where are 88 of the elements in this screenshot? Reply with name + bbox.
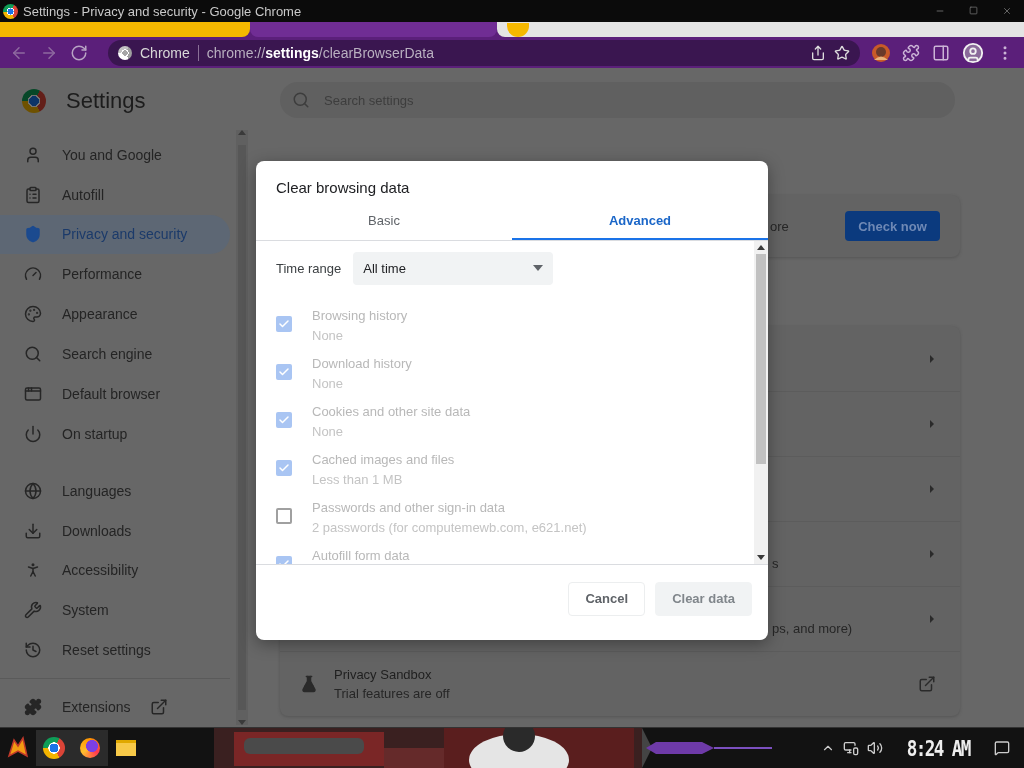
star-icon[interactable] <box>834 44 850 61</box>
external-link-icon[interactable] <box>918 675 936 693</box>
search-icon <box>24 345 42 364</box>
palette-icon <box>24 305 42 324</box>
chevron-icon[interactable] <box>928 549 936 559</box>
option-label: Cookies and other site data <box>312 404 471 419</box>
scrollbar[interactable] <box>236 130 248 725</box>
site-label: Chrome <box>140 44 190 61</box>
globe-icon <box>24 481 42 500</box>
option-detail: Less than 1 MB <box>312 472 404 487</box>
url-text: chrome://settings/clearBrowserData <box>206 44 435 61</box>
sidebar-item[interactable]: Autofill <box>0 174 230 215</box>
sidebar-item[interactable]: Performance <box>0 254 230 295</box>
taskbar-firefox-button[interactable] <box>72 730 108 766</box>
sidebar-item[interactable]: Accessibility <box>0 550 230 591</box>
card-text: ore <box>770 218 789 234</box>
option-label: Passwords and other sign-in data <box>312 500 506 515</box>
puzzle-icon <box>24 698 42 717</box>
chrome-logo-icon <box>3 3 18 19</box>
chrome-logo-icon <box>118 45 132 60</box>
field-label: Time range <box>276 260 342 276</box>
wrench-icon <box>24 601 42 620</box>
address-bar[interactable]: Chrome chrome://settings/clearBrowserData <box>108 39 860 66</box>
side-panel-icon[interactable] <box>932 43 950 62</box>
sidebar-item[interactable]: Privacy and security <box>0 214 230 255</box>
history-icon <box>24 641 42 660</box>
option-label: Cached images and files <box>312 452 455 467</box>
dialog-title: Clear browsing data <box>275 178 411 196</box>
sidebar-item[interactable]: You and Google <box>0 134 230 175</box>
sidebar-item[interactable]: Appearance <box>0 294 230 335</box>
clipboard-icon <box>24 185 42 204</box>
maximize-icon[interactable] <box>969 6 978 15</box>
dialog-tab[interactable]: Basic <box>256 202 512 240</box>
clock[interactable]: 8:24 AM <box>907 735 971 761</box>
option-detail: None <box>312 328 345 343</box>
sidebar-item[interactable]: Downloads <box>0 510 230 551</box>
time-range-dropdown[interactable]: All time <box>353 251 554 285</box>
option-detail: None <box>312 424 345 439</box>
close-icon[interactable] <box>1002 6 1012 16</box>
sidebar-item[interactable]: Default browser <box>0 374 230 414</box>
row-subtitle: s <box>772 555 780 571</box>
flask-icon <box>300 675 318 693</box>
power-icon <box>24 424 42 443</box>
settings-title: Settings <box>66 88 146 115</box>
network-icon[interactable] <box>843 740 860 756</box>
check-icon <box>278 462 290 474</box>
window-title: Settings - Privacy and security - Google Chrome <box>23 3 303 19</box>
chevron-icon[interactable] <box>928 419 936 429</box>
cancel-button[interactable]: Cancel <box>568 581 646 616</box>
option-label: Autofill form data <box>312 548 410 563</box>
row-subtitle: ps, and more) <box>772 620 854 636</box>
sidebar-item[interactable]: Extensions <box>0 687 230 727</box>
shield-icon <box>24 225 42 244</box>
dialog-tab[interactable]: Advanced <box>512 202 768 240</box>
sidebar-item[interactable]: Reset settings <box>0 630 230 671</box>
row-subtitle: Trial features are off <box>334 686 451 701</box>
option-detail: 2 passwords (for computemewb.com, e621.net) <box>312 520 587 535</box>
person-icon <box>24 145 42 164</box>
scrollbar[interactable] <box>754 241 768 564</box>
chevron-icon[interactable] <box>928 484 936 494</box>
sidebar-item[interactable]: On startup <box>0 413 230 454</box>
chevron-icon[interactable] <box>928 353 936 364</box>
dropdown-arrow-icon <box>533 265 544 271</box>
check-icon <box>278 366 290 378</box>
search-icon <box>292 91 310 109</box>
taskbar-chrome-button[interactable] <box>36 730 72 766</box>
tab-favicon-icon <box>507 22 529 37</box>
reload-icon[interactable] <box>70 43 88 62</box>
option-detail: None <box>312 376 345 391</box>
option-label: Download history <box>312 356 412 371</box>
volume-icon[interactable] <box>867 740 884 756</box>
check-icon <box>278 414 290 426</box>
check-now-button[interactable]: Check now <box>845 211 940 241</box>
window-icon <box>24 385 42 403</box>
puzzle-icon[interactable] <box>902 43 920 62</box>
sidebar-item[interactable]: Search engine <box>0 334 230 375</box>
notification-icon[interactable] <box>994 740 1010 756</box>
download-icon <box>24 521 42 540</box>
chevron-icon[interactable] <box>928 614 936 624</box>
chrome-logo-icon <box>22 89 46 114</box>
sidebar-item[interactable]: System <box>0 590 230 631</box>
profile-icon[interactable] <box>962 41 984 64</box>
external-link-icon <box>150 698 169 717</box>
sidebar-item[interactable]: Languages <box>0 470 230 511</box>
row-title: Privacy Sandbox <box>334 667 433 682</box>
check-icon <box>278 318 290 330</box>
share-icon[interactable] <box>810 44 826 61</box>
option-label: Browsing history <box>312 308 408 323</box>
